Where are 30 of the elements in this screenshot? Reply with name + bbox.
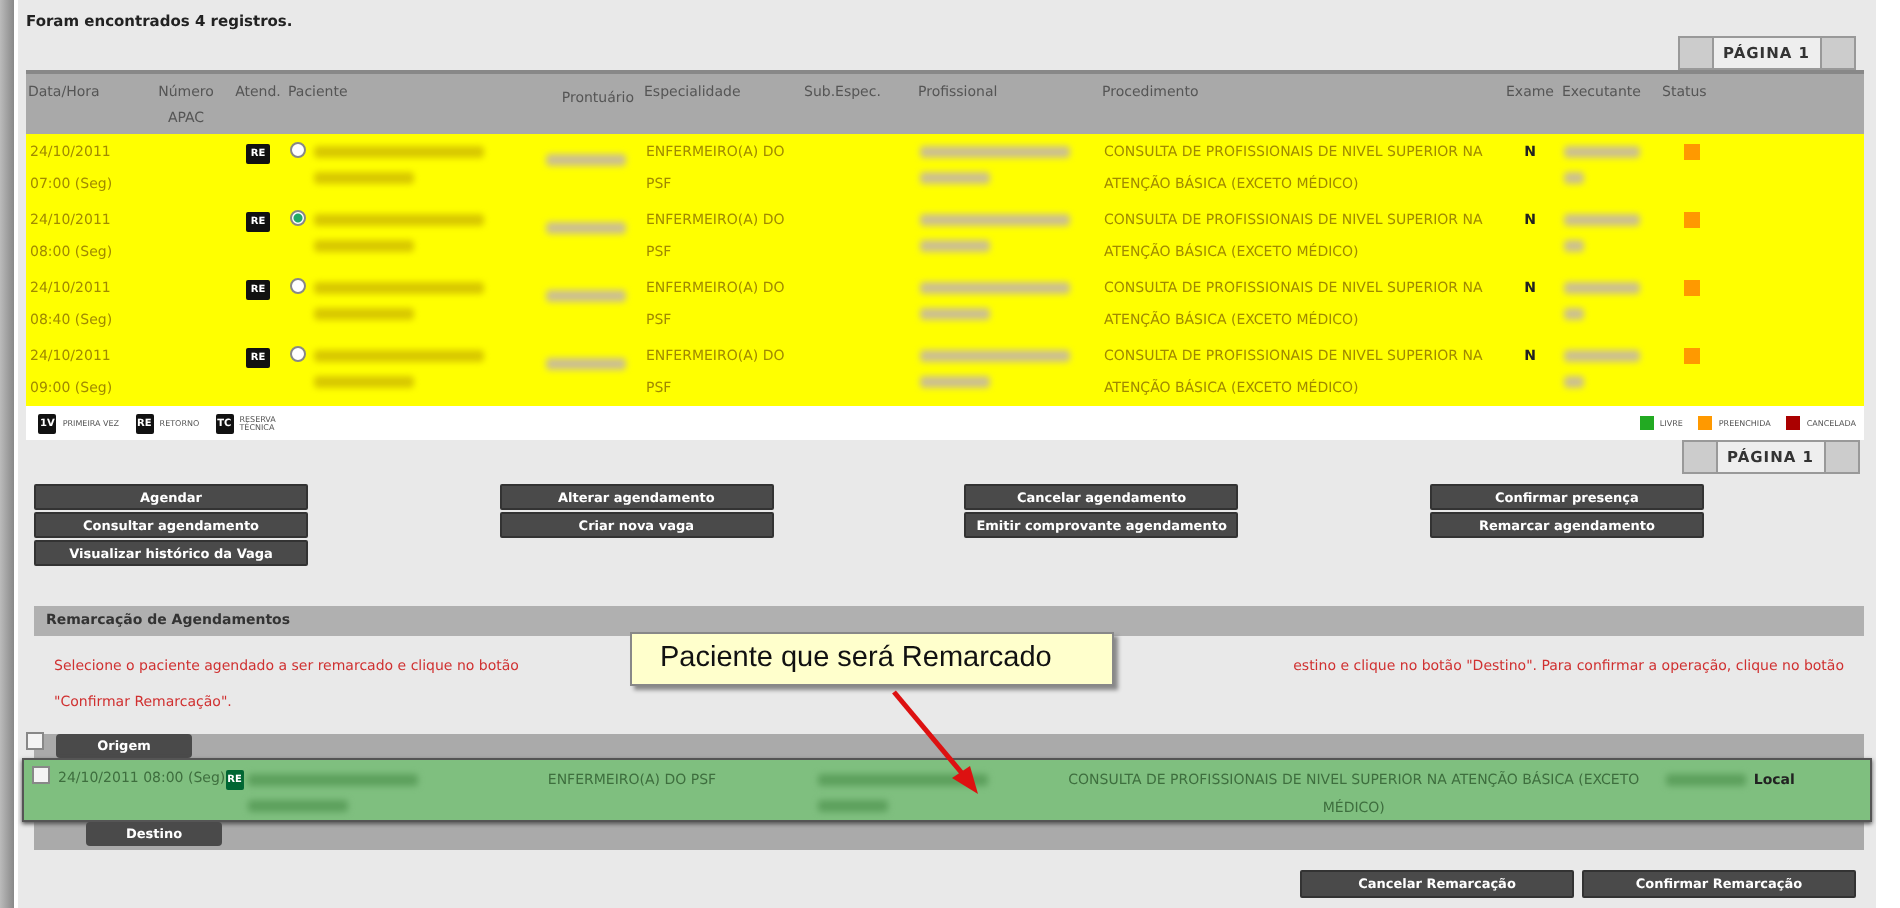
redacted-text: [1665, 774, 1746, 786]
redacted-text: [314, 376, 414, 388]
redacted-text: [546, 290, 626, 302]
redacted-text: [1564, 308, 1584, 320]
redacted-text: [314, 172, 414, 184]
radio-button[interactable]: [290, 278, 306, 294]
redacted-text: [247, 800, 348, 812]
redacted-text: [1564, 214, 1640, 226]
callout-tooltip: Paciente que será Remarcado: [630, 632, 1114, 686]
radio-button[interactable]: [290, 142, 306, 158]
redacted-text: [920, 376, 990, 388]
redacted-text: [314, 308, 414, 320]
redacted-text: [1564, 350, 1640, 362]
checkbox[interactable]: [26, 731, 44, 749]
redacted-text: [546, 154, 626, 166]
redacted-text: [314, 240, 414, 252]
redacted-text: [1564, 172, 1584, 184]
redacted-text: [1564, 146, 1640, 158]
redacted-text: [1564, 376, 1584, 388]
redacted-text: [920, 308, 990, 320]
radio-button[interactable]: [290, 346, 306, 362]
redacted-text: [1564, 282, 1640, 294]
radio-button[interactable]: [290, 210, 306, 226]
redacted-text: [817, 800, 888, 812]
redacted-text: [1564, 240, 1584, 252]
redacted-text: [920, 240, 990, 252]
redacted-text: [546, 222, 626, 234]
redacted-text: [546, 358, 626, 370]
redacted-text: [920, 172, 990, 184]
checkbox[interactable]: [32, 766, 50, 784]
